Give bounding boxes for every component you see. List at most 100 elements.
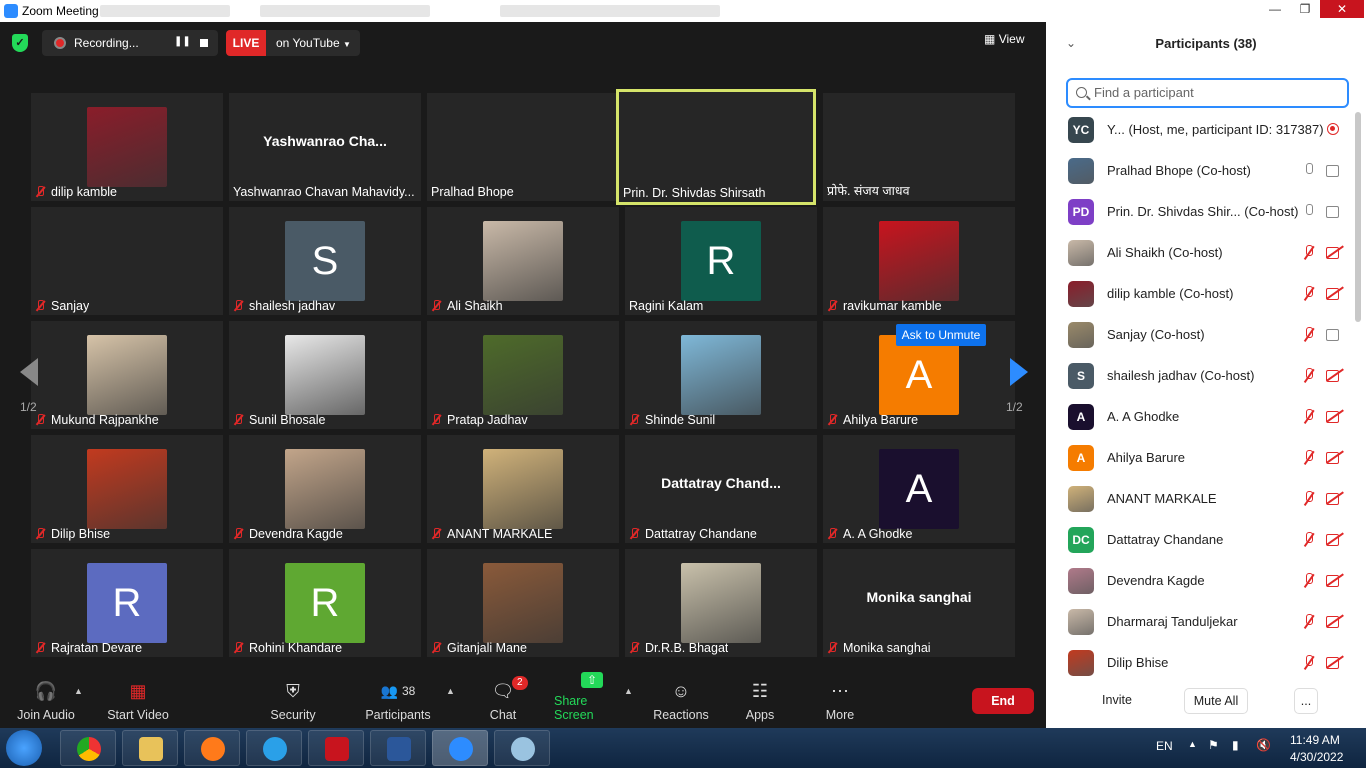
mic-muted-icon[interactable] [1302, 573, 1316, 589]
mic-on-icon[interactable] [1302, 163, 1316, 179]
participant-video-tile[interactable]: Pralhad Bhope [427, 93, 619, 201]
participant-video-tile[interactable]: R Ragini Kalam [625, 207, 817, 315]
participant-row[interactable]: YC Y... (Host, me, participant ID: 317387… [1046, 109, 1356, 150]
audio-options-caret-icon[interactable]: ▲ [74, 686, 83, 696]
participant-video-tile[interactable]: प्रोफे. संजय जाधव [823, 93, 1015, 201]
participant-row[interactable]: Dilip Bhise [1046, 642, 1356, 683]
participant-row[interactable]: Ali Shaikh (Co-host) [1046, 232, 1356, 273]
participant-video-tile[interactable]: Pratap Jadhav [427, 321, 619, 429]
join-audio-button[interactable]: 🎧 Join Audio [14, 668, 78, 728]
participant-list-scrollbar[interactable] [1355, 112, 1361, 322]
view-button[interactable]: ▦ View [984, 32, 1024, 46]
participant-row[interactable]: Dharmaraj Tanduljekar [1046, 601, 1356, 642]
pause-recording-icon[interactable]: ❚❚ [174, 37, 191, 47]
apps-button[interactable]: ☷ Apps [742, 668, 778, 728]
participant-row[interactable]: Pralhad Bhope (Co-host) [1046, 150, 1356, 191]
participant-video-tile[interactable]: R Rohini Khandare [229, 549, 421, 657]
participants-options-caret-icon[interactable]: ▲ [446, 686, 455, 696]
video-off-icon[interactable] [1326, 287, 1344, 300]
participant-video-tile[interactable]: Sshailesh jadhav [229, 207, 421, 315]
chat-button[interactable]: 🗨 2 Chat [482, 668, 528, 728]
mute-all-button[interactable]: Mute All [1184, 688, 1248, 714]
video-off-icon[interactable] [1326, 492, 1344, 505]
mic-muted-icon[interactable] [1302, 491, 1316, 507]
mic-muted-icon[interactable] [1302, 368, 1316, 384]
mic-muted-icon[interactable] [1302, 245, 1316, 261]
participant-video-tile[interactable]: A A. A Ghodke [823, 435, 1015, 543]
windows-start-button[interactable] [6, 730, 42, 766]
participant-video-tile[interactable]: Mukund Rajpankhe [31, 321, 223, 429]
security-button[interactable]: ⛨ Security [264, 668, 322, 728]
video-off-icon[interactable] [1326, 533, 1344, 546]
video-on-icon[interactable] [1326, 164, 1344, 177]
acrobat-taskbar-icon[interactable] [308, 730, 364, 766]
share-options-caret-icon[interactable]: ▲ [624, 686, 633, 696]
mic-muted-icon[interactable] [1302, 409, 1316, 425]
clock-date[interactable]: 4/30/2022 [1290, 750, 1343, 764]
participant-row[interactable]: dilip kamble (Co-host) [1046, 273, 1356, 314]
ask-to-unmute-button[interactable]: Ask to Unmute [896, 324, 986, 346]
participant-video-tile[interactable]: Gitanjali Mane [427, 549, 619, 657]
mic-on-icon[interactable] [1302, 204, 1316, 220]
participant-row[interactable]: ANANT MARKALE [1046, 478, 1356, 519]
clock-time[interactable]: 11:49 AM [1290, 733, 1340, 747]
action-center-flag-icon[interactable]: ⚑ [1208, 738, 1219, 752]
maximize-button[interactable]: ❐ [1290, 0, 1320, 18]
word-taskbar-icon[interactable] [370, 730, 426, 766]
chrome-taskbar-icon[interactable] [60, 730, 116, 766]
participant-row[interactable]: Devendra Kagde [1046, 560, 1356, 601]
panel-more-button[interactable]: ... [1294, 688, 1318, 714]
mic-muted-icon[interactable] [1302, 450, 1316, 466]
participants-button[interactable]: 👥 38 Participants [362, 668, 434, 728]
volume-muted-icon[interactable]: 🔇 [1256, 738, 1271, 752]
end-meeting-button[interactable]: End [972, 688, 1034, 714]
participant-video-tile[interactable]: Sanjay [31, 207, 223, 315]
participant-search-input[interactable]: Find a participant [1066, 78, 1349, 108]
participant-row[interactable]: Sshailesh jadhav (Co-host) [1046, 355, 1356, 396]
participant-video-tile[interactable]: Ali Shaikh [427, 207, 619, 315]
reactions-button[interactable]: ☺ Reactions [652, 668, 710, 728]
next-page-arrow-icon[interactable] [1010, 358, 1028, 386]
participant-row[interactable]: A Ahilya Barure [1046, 437, 1356, 478]
participant-video-tile[interactable]: Dattatray Chand... Dattatray Chandane [625, 435, 817, 543]
video-off-icon[interactable] [1326, 574, 1344, 587]
video-off-icon[interactable] [1326, 246, 1344, 259]
mic-muted-icon[interactable] [1302, 655, 1316, 671]
stop-recording-icon[interactable] [200, 39, 208, 47]
participant-video-tile[interactable]: Dr.R.B. Bhagat [625, 549, 817, 657]
previous-page-arrow-icon[interactable] [20, 358, 38, 386]
video-off-icon[interactable] [1326, 369, 1344, 382]
firefox-taskbar-icon[interactable] [184, 730, 240, 766]
file-explorer-taskbar-icon[interactable] [122, 730, 178, 766]
participant-video-tile[interactable]: ravikumar kamble [823, 207, 1015, 315]
language-indicator[interactable]: EN [1156, 739, 1173, 753]
encryption-shield-icon[interactable]: ✓ [12, 34, 28, 52]
show-hidden-icons-icon[interactable]: ▲ [1188, 739, 1197, 749]
more-button[interactable]: ⋯ More [822, 668, 858, 728]
video-off-icon[interactable] [1326, 451, 1344, 464]
video-off-icon[interactable] [1326, 656, 1344, 669]
minimize-button[interactable]: — [1260, 0, 1290, 18]
livestream-dropdown[interactable]: on YouTube ▼ [266, 30, 360, 56]
internet-explorer-taskbar-icon[interactable] [246, 730, 302, 766]
share-screen-button[interactable]: ⇧ Share Screen [554, 668, 630, 728]
participant-video-tile[interactable]: Yashwanrao Cha... Yashwanrao Chavan Mahav… [229, 93, 421, 201]
video-on-icon[interactable] [1326, 328, 1344, 341]
mic-muted-icon[interactable] [1302, 286, 1316, 302]
participant-video-tile[interactable]: Dilip Bhise [31, 435, 223, 543]
video-off-icon[interactable] [1326, 410, 1344, 423]
participant-video-tile[interactable]: Prin. Dr. Shivdas Shirsath [616, 89, 816, 205]
participant-video-tile[interactable]: R Rajratan Devare [31, 549, 223, 657]
network-signal-icon[interactable]: ▮ [1232, 738, 1239, 752]
participant-video-tile[interactable]: Monika sanghai Monika sanghai [823, 549, 1015, 657]
start-video-button[interactable]: ▦ Start Video [104, 668, 172, 728]
close-window-button[interactable]: ✕ [1320, 0, 1364, 18]
participant-row[interactable]: A A. A Ghodke [1046, 396, 1356, 437]
invite-button[interactable]: Invite [1096, 688, 1138, 714]
participant-row[interactable]: DC Dattatray Chandane [1046, 519, 1356, 560]
paint-taskbar-icon[interactable] [494, 730, 550, 766]
participant-video-tile[interactable]: Devendra Kagde [229, 435, 421, 543]
mic-muted-icon[interactable] [1302, 327, 1316, 343]
zoom-taskbar-icon[interactable] [432, 730, 488, 766]
mic-muted-icon[interactable] [1302, 532, 1316, 548]
